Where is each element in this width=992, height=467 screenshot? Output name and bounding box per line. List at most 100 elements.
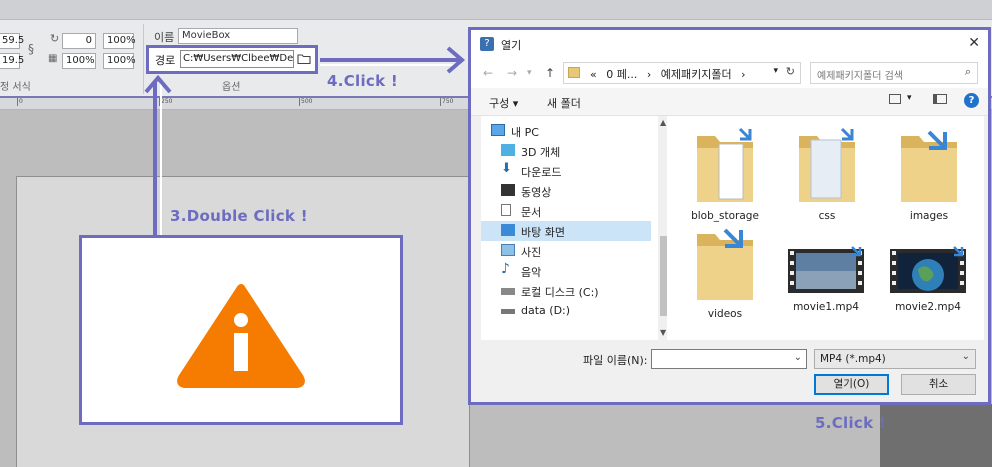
nav-item-pc[interactable]: 내 PC [481,121,651,141]
dialog-toolbar: 구성 ▾ 새 폴더 ▾ ? [471,88,988,116]
file-item-css[interactable]: css [787,124,867,224]
file-item-videos[interactable]: videos [685,222,765,322]
nav-item-downloads[interactable]: ⬇ 다운로드 [481,161,651,181]
pos-x-field[interactable]: 59.5 [0,33,24,49]
nav-item-music[interactable]: ♪ 음악 [481,261,651,281]
path-field-callout: 경로 C:₩Users₩Clbee₩Deskt [146,45,318,74]
scale-field-3[interactable]: 100% [103,53,136,69]
new-folder-button[interactable]: 새 폴더 [547,95,581,111]
cancel-button[interactable]: 취소 [901,374,976,395]
file-name: videos [707,308,743,320]
folder-icon [799,127,855,202]
view-options-icon[interactable] [889,94,901,104]
grid-icon: ▦ [48,53,58,64]
refresh-icon[interactable]: ↻ [786,65,795,78]
step3-label: 3.Double Click ! [170,207,308,225]
folder-icon [697,127,753,202]
address-crumb-2[interactable]: 예제패키지폴더 [661,68,732,81]
nav-item-pictures[interactable]: 사진 [481,241,651,261]
address-crumb-1[interactable]: 0 페... [606,68,637,81]
file-item-images[interactable]: images [889,124,969,224]
nav-item-label: 다운로드 [521,166,562,179]
preview-pane-icon[interactable] [933,94,947,104]
nav-item-videos[interactable]: 동영상 [481,181,651,201]
warning-callout [79,235,403,425]
scroll-down-icon[interactable]: ▼ [660,328,666,337]
nav-item-label: 내 PC [511,126,539,139]
navigation-pane: 내 PC 3D 개체 ⬇ 다운로드 동영상 문서 바탕 화면 사진 ♪ 음악 로… [481,116,667,340]
open-button[interactable]: 열기(O) [814,374,889,395]
desktop-icon [501,224,515,236]
warning-icon[interactable] [82,238,400,422]
video-thumbnail-icon [788,246,864,293]
search-input[interactable]: 예제패키지폴더 검색 ⌕ [810,62,978,84]
video-files-highlight: movie1.mp4 movie2.mp4 [770,235,980,328]
group-divider [143,24,144,94]
file-item-movie2[interactable]: movie2.mp4 [884,243,972,323]
address-dropdown-icon[interactable]: ▾ [773,66,778,76]
nav-item-3d[interactable]: 3D 개체 [481,141,651,161]
scale-field-2[interactable]: 100% [62,53,96,69]
file-name: blob_storage [691,210,759,222]
link-icon[interactable]: § [28,42,34,56]
group-label-options: 옵션 [222,82,241,93]
step5-label: 5.Click ! [815,414,887,432]
recent-chevron-icon[interactable]: ▾ [527,68,532,78]
group-label-format: 정 서식 [0,82,31,93]
file-name: images [909,210,949,222]
ruler-tick: 500 [299,98,313,106]
address-bar[interactable]: « 0 페... › 예제패키지폴더 › ▾ ↻ [563,62,801,84]
search-icon[interactable]: ⌕ [965,65,971,79]
nav-item-drive-d[interactable]: data (D:) [481,301,651,321]
file-item-movie1[interactable]: movie1.mp4 [782,243,870,323]
file-name: css [818,210,836,222]
nav-scrollbar[interactable]: ▲ ▼ [658,116,667,340]
filetype-select[interactable]: MP4 (*.mp4) ⌄ [814,349,976,369]
folder-icon [901,130,957,202]
close-icon[interactable]: ✕ [968,35,980,51]
dialog-titlebar: ? 열기 ✕ [471,30,988,58]
film-icon [501,184,515,196]
step4-label: 4.Click ! [327,72,399,90]
file-item-blob-storage[interactable]: blob_storage [685,124,765,224]
drive-icon [501,288,515,295]
ruler-tick: 750 [440,98,454,106]
rotation-field[interactable]: 0 [62,33,96,49]
forward-arrow-icon[interactable]: → [507,66,517,80]
drive-icon [501,309,515,314]
nav-item-documents[interactable]: 문서 [481,201,651,221]
help-icon[interactable]: ? [964,93,979,108]
ruler-tick: 250 [159,98,173,106]
filename-input[interactable]: ⌄ [651,349,807,369]
scale-field-1[interactable]: 100% [103,33,136,49]
path-input[interactable]: C:₩Users₩Clbee₩Deskt [180,50,294,68]
organize-button[interactable]: 구성 ▾ [489,95,518,111]
nav-item-drive-c[interactable]: 로컬 디스크 (C:) [481,281,651,301]
up-arrow-icon[interactable]: ↑ [545,66,555,80]
view-dropdown-icon[interactable]: ▾ [907,93,912,103]
download-icon: ⬇ [501,161,512,176]
scroll-up-icon[interactable]: ▲ [660,118,666,127]
document-icon [501,204,511,216]
folder-browse-icon[interactable] [295,50,313,68]
nav-item-label: data (D:) [521,304,571,317]
file-name: movie2.mp4 [895,301,961,313]
folder-icon [568,67,580,78]
app-icon: ? [480,37,494,51]
breadcrumb-separator-icon: › [646,68,652,81]
nav-item-desktop[interactable]: 바탕 화면 [481,221,651,241]
dialog-title: 열기 [501,39,522,52]
filename-label: 파일 이름(N): [583,354,648,367]
side-panel [880,404,992,467]
pos-y-field[interactable]: 19.5 [0,53,24,69]
name-field[interactable]: MovieBox [178,28,298,44]
navigation-bar: ← → ▾ ↑ « 0 페... › 예제패키지폴더 › ▾ ↻ 예제패키지폴더… [471,58,988,88]
scrollbar-thumb[interactable] [660,236,667,316]
filetype-dropdown-icon[interactable]: ⌄ [962,351,970,362]
address-root[interactable]: « [590,68,597,81]
pc-icon [491,124,505,136]
search-placeholder: 예제패키지폴더 검색 [817,71,903,82]
cube-icon [501,144,515,156]
filename-dropdown-icon[interactable]: ⌄ [794,352,802,363]
back-arrow-icon[interactable]: ← [483,66,493,80]
